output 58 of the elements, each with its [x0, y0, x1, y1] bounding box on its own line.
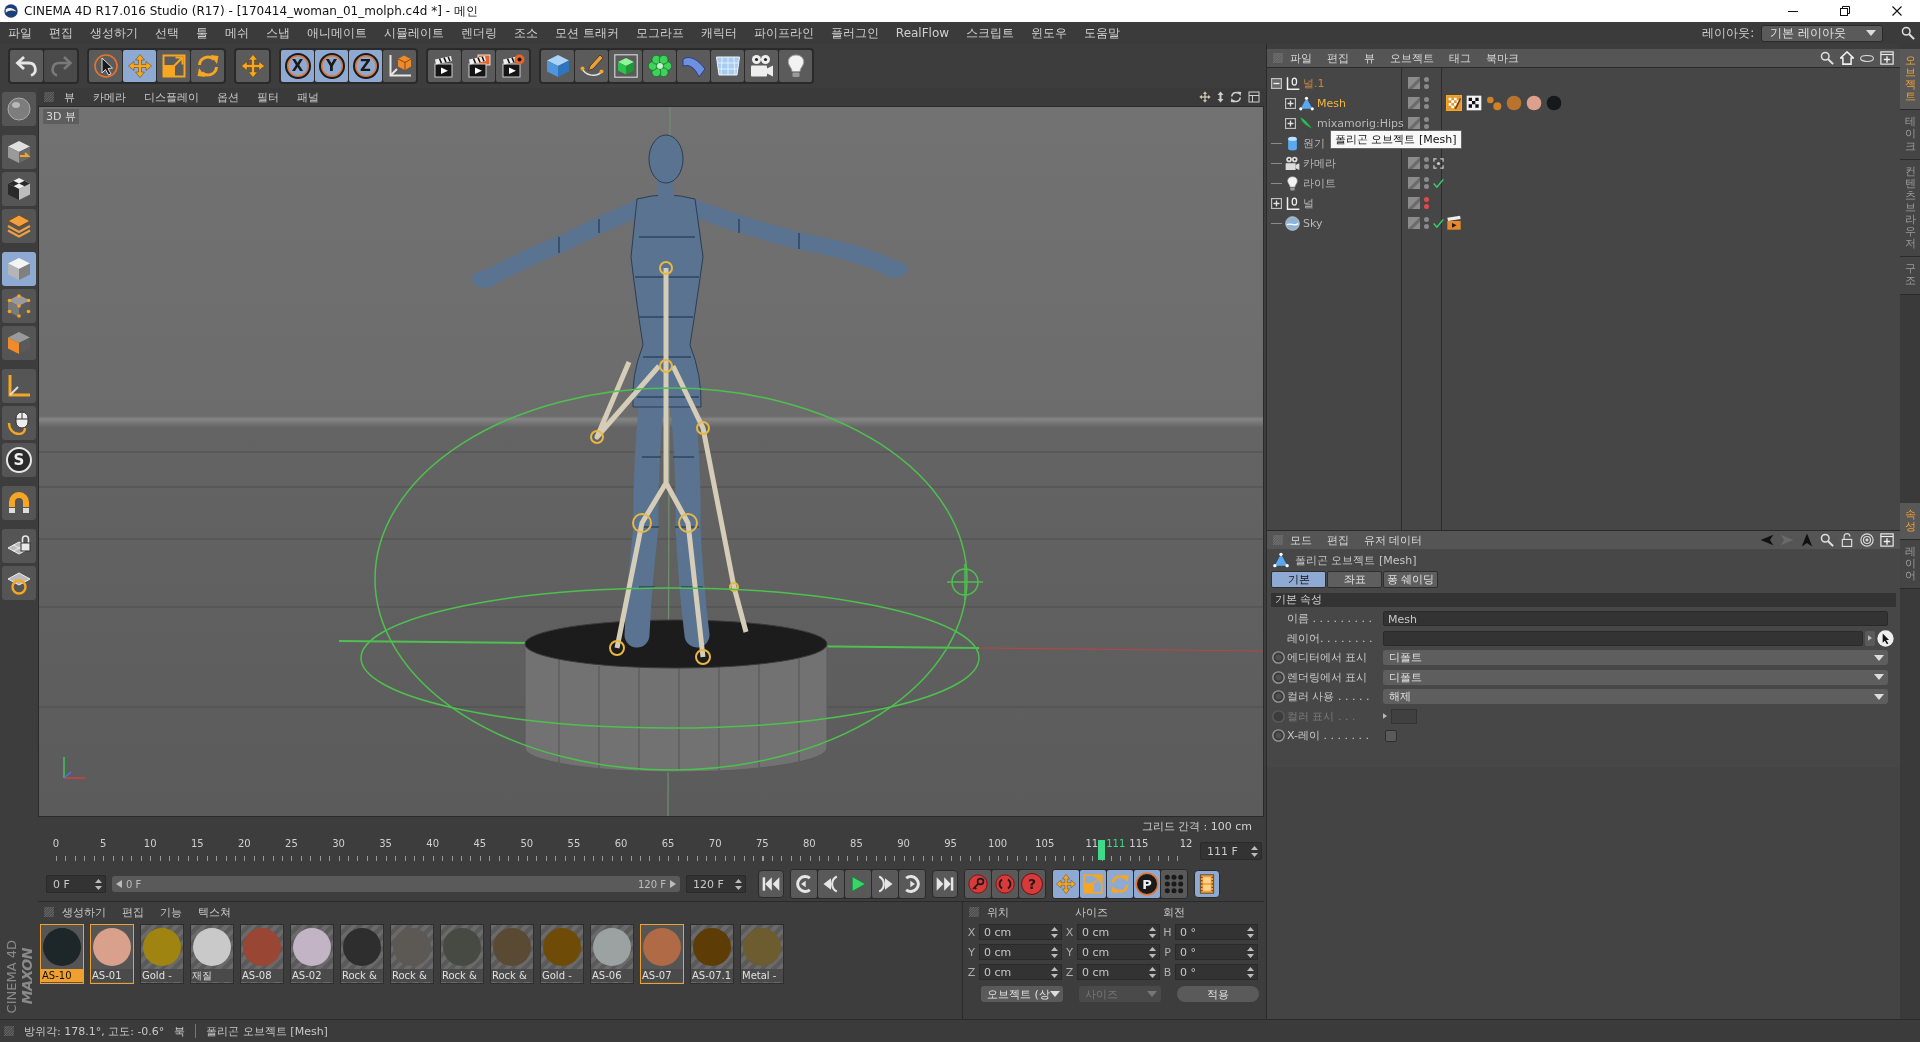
frame-label: 35 [379, 838, 392, 849]
frame-label: 45 [473, 838, 487, 849]
frame-label: 65 [661, 838, 675, 849]
frame-label: 80 [802, 838, 816, 849]
current-frame-label: 111 [1106, 838, 1126, 849]
field-label: 이름 . . . . . . . . . [1287, 611, 1373, 627]
frame-label: 5 [99, 838, 107, 849]
brand-wordmark: MAXON [18, 948, 35, 1005]
frame-label: 85 [850, 838, 863, 849]
viewport-label: 3D 뷰 [43, 109, 79, 124]
axis-label: X [1065, 925, 1074, 939]
axis-label: X [967, 925, 976, 939]
heading-status: 북 [174, 1023, 186, 1039]
frame-label: 105 [1035, 838, 1055, 849]
frame-label: 0 [52, 838, 60, 849]
frame-label: 40 [426, 838, 439, 849]
axis-label: Z [1065, 965, 1074, 979]
range-end-label: 120 F [637, 878, 666, 890]
axis-label: B [1163, 965, 1172, 979]
field-label: X-레이 . . . . . . . [1287, 728, 1370, 744]
selection-status: 폴리곤 오브젝트 [Mesh] [206, 1023, 328, 1039]
axis-label: P [1163, 945, 1172, 959]
product-wordmark: CINEMA 4D [3, 939, 19, 1013]
axis-label: Y [967, 945, 976, 959]
frame-label: 11 [1085, 838, 1099, 849]
frame-label: 50 [520, 838, 534, 849]
frame-label: 30 [332, 838, 345, 849]
column-header: 회전 [1162, 904, 1186, 920]
frame-label: 25 [285, 838, 298, 849]
tooltip: 폴리곤 오브젝트 [Mesh] [1330, 130, 1462, 149]
frame-label: 115 [1129, 838, 1149, 849]
frame-label: 15 [190, 838, 204, 849]
view-angle-status: 방위각: 178.1°, 고도: -0.6° [24, 1023, 165, 1039]
section-header: 기본 속성 [1271, 593, 1896, 607]
range-start-label: 0 F [126, 878, 142, 890]
field-label: 레이어. . . . . . . . [1287, 630, 1374, 646]
axis-label: Y [1065, 945, 1074, 959]
field-label: 컬러 사용 . . . . . [1287, 689, 1371, 705]
frame-label: 12 [1179, 838, 1193, 849]
window-title: CINEMA 4D R17.016 Studio (R17) - [170414_woman_01_molph.c4d *] - 메인 [24, 2, 478, 20]
frame-label: 90 [897, 838, 910, 849]
field-label: 렌더링에서 표시 [1287, 669, 1369, 685]
frame-label: 55 [567, 838, 581, 849]
column-header: 위치 [986, 904, 1010, 920]
frame-label: 75 [755, 838, 769, 849]
layout-label: 레이아웃: [1702, 24, 1755, 42]
axis-label: H [1163, 925, 1172, 939]
frame-label: 20 [237, 838, 251, 849]
frame-label: 100 [988, 838, 1008, 849]
axis-label: Z [967, 965, 976, 979]
frame-label: 95 [944, 838, 957, 849]
field-label: 에디터에서 표시 [1287, 650, 1369, 666]
frame-label: 10 [143, 838, 157, 849]
object-type-title: 폴리곤 오브젝트 [Mesh] [1295, 552, 1417, 568]
frame-label: 70 [708, 838, 722, 849]
grid-spacing-label: 그리드 간격 : 100 cm [1141, 818, 1252, 834]
frame-label: 60 [614, 838, 628, 849]
column-header: 사이즈 [1074, 904, 1109, 920]
